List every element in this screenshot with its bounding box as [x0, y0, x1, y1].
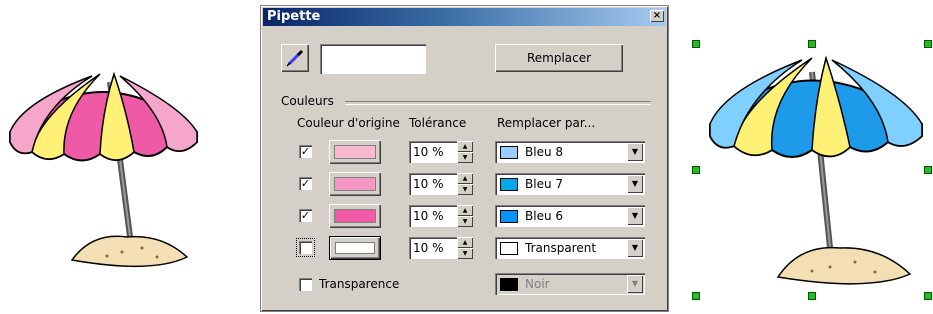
source-color-button[interactable] — [329, 172, 381, 196]
color-row-checkbox[interactable]: ✓ — [299, 177, 312, 190]
replace-with-header: Remplacer par... — [497, 116, 596, 130]
dialog-title: Pipette — [267, 9, 321, 24]
selection-handle-top-right[interactable] — [924, 40, 932, 48]
replacement-color-swatch — [500, 242, 518, 255]
selection-handle-bottom-right[interactable] — [924, 292, 932, 300]
replacement-color-label: Bleu 8 — [525, 145, 564, 159]
close-icon[interactable]: × — [650, 10, 664, 22]
tolerance-value: 10 % — [413, 177, 444, 191]
spin-down-icon[interactable]: ▼ — [457, 216, 473, 227]
spin-up-icon[interactable]: ▲ — [457, 141, 473, 152]
tolerance-spinner[interactable]: 10 % ▲ ▼ — [409, 237, 473, 259]
spin-up-icon[interactable]: ▲ — [457, 173, 473, 184]
spin-up-icon[interactable]: ▲ — [457, 237, 473, 248]
selection-handle-middle-left[interactable] — [692, 166, 700, 174]
replacement-color-select[interactable]: Bleu 6 ▼ — [495, 205, 645, 227]
replace-button-label: Remplacer — [526, 51, 592, 65]
color-row-checkbox[interactable]: ✓ — [299, 145, 312, 158]
tolerance-value: 10 % — [413, 209, 444, 223]
chevron-down-icon[interactable]: ▼ — [627, 239, 643, 257]
selection-handle-top-left[interactable] — [692, 40, 700, 48]
replacement-color-label: Bleu 6 — [525, 209, 564, 223]
replacement-color-select[interactable]: Transparent ▼ — [495, 237, 645, 259]
transparency-color-swatch — [500, 278, 518, 291]
source-color-button[interactable] — [329, 204, 381, 228]
source-color-swatch — [334, 145, 376, 159]
spin-up-icon[interactable]: ▲ — [457, 205, 473, 216]
source-color-swatch — [335, 242, 375, 254]
source-color-button[interactable] — [329, 140, 381, 164]
source-color-header: Couleur d'origine — [297, 116, 400, 130]
spin-down-icon[interactable]: ▼ — [457, 184, 473, 195]
picked-color-preview — [320, 44, 426, 74]
umbrella-original-image — [9, 71, 198, 268]
selection-handle-bottom-left[interactable] — [692, 292, 700, 300]
transparency-color-label: Noir — [525, 277, 550, 291]
tolerance-spinner[interactable]: 10 % ▲ ▼ — [409, 205, 473, 227]
pipette-icon — [286, 49, 304, 67]
chevron-down-icon: ▼ — [627, 275, 643, 293]
tolerance-header: Tolérance — [409, 116, 467, 130]
eyedropper-dialog: Pipette × Remplacer Couleurs Couleur d'o… — [260, 5, 669, 312]
replacement-color-label: Bleu 7 — [525, 177, 564, 191]
transparency-checkbox[interactable] — [299, 278, 312, 291]
source-color-swatch — [334, 177, 376, 191]
replacement-color-select[interactable]: Bleu 7 ▼ — [495, 173, 645, 195]
colors-group-divider — [345, 101, 651, 105]
replace-button[interactable]: Remplacer — [495, 44, 623, 72]
dialog-titlebar[interactable]: Pipette × — [263, 8, 666, 26]
selection-handle-top-center[interactable] — [808, 40, 816, 48]
replacement-color-select[interactable]: Bleu 8 ▼ — [495, 141, 645, 163]
tolerance-spinner[interactable]: 10 % ▲ ▼ — [409, 173, 473, 195]
transparency-label: Transparence — [319, 277, 400, 291]
replacement-color-swatch — [500, 210, 518, 223]
pipette-button[interactable] — [281, 44, 309, 72]
chevron-down-icon[interactable]: ▼ — [627, 143, 643, 161]
selection-handle-bottom-center[interactable] — [808, 292, 816, 300]
spin-down-icon[interactable]: ▼ — [457, 152, 473, 163]
selection-handle-middle-right[interactable] — [924, 166, 932, 174]
umbrella-recolored-image — [709, 55, 923, 285]
replacement-color-swatch — [500, 178, 518, 191]
source-color-swatch — [334, 209, 376, 223]
color-row-checkbox[interactable] — [296, 238, 315, 257]
chevron-down-icon[interactable]: ▼ — [627, 207, 643, 225]
transparency-color-select: Noir ▼ — [495, 273, 645, 295]
tolerance-spinner[interactable]: 10 % ▲ ▼ — [409, 141, 473, 163]
chevron-down-icon[interactable]: ▼ — [627, 175, 643, 193]
tolerance-value: 10 % — [413, 145, 444, 159]
source-color-button[interactable] — [329, 236, 381, 260]
color-row-checkbox[interactable]: ✓ — [299, 209, 312, 222]
replacement-color-swatch — [500, 146, 518, 159]
colors-group-label: Couleurs — [281, 94, 334, 108]
replacement-color-label: Transparent — [525, 241, 597, 255]
tolerance-value: 10 % — [413, 241, 444, 255]
spin-down-icon[interactable]: ▼ — [457, 248, 473, 259]
